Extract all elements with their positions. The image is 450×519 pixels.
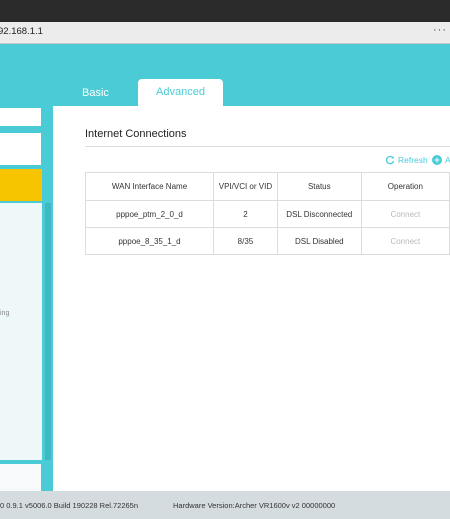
refresh-label: Refresh (398, 155, 428, 165)
more-options-icon[interactable]: ··· (433, 24, 447, 36)
column-header-status: Status (276, 172, 362, 201)
firmware-version: 0 0.9.1 v5006.0 Build 190228 Rel.72265n (0, 501, 139, 510)
sidebar-item[interactable] (0, 133, 41, 165)
hardware-version: Hardware Version:Archer VR1600v v2 00000… (173, 501, 336, 510)
column-header-wan-interface: WAN Interface Name (85, 172, 214, 201)
column-header-vpi-vci: VPI/VCI or VID (213, 172, 278, 201)
sidebar-bottom-box (0, 464, 41, 491)
sidebar-submenu (0, 203, 42, 460)
connections-table: WAN Interface Name VPI/VCI or VID Status… (85, 172, 450, 255)
add-button[interactable]: + A (432, 155, 450, 165)
address-bar[interactable]: 92.168.1.1 ··· (0, 22, 450, 44)
wan-interface-name: pppoe_8_35_1_d (85, 227, 214, 255)
connection-status: DSL Disabled (276, 227, 362, 255)
sidebar-submenu-label[interactable]: ing (0, 310, 9, 317)
wan-interface-name: pppoe_ptm_2_0_d (85, 200, 214, 228)
connect-button[interactable]: Connect (390, 237, 420, 246)
tab-basic[interactable]: Basic (82, 87, 109, 99)
table-row[interactable]: pppoe_ptm_2_0_d 2 DSL Disconnected Conne… (85, 200, 450, 228)
tab-advanced[interactable]: Advanced (138, 79, 223, 106)
section-divider (85, 146, 450, 147)
connection-status: DSL Disconnected (276, 200, 362, 228)
table-row[interactable]: pppoe_8_35_1_d 8/35 DSL Disabled Connect (85, 227, 450, 255)
column-header-operation: Operation (360, 172, 450, 201)
sidebar-item-active[interactable] (0, 169, 42, 201)
connect-button[interactable]: Connect (390, 210, 420, 219)
add-label: A (445, 155, 450, 165)
browser-top-bar (0, 0, 450, 22)
sidebar-search-box[interactable] (0, 108, 41, 126)
url-text[interactable]: 92.168.1.1 (0, 26, 43, 37)
section-title: Internet Connections (85, 128, 187, 140)
header-bar (0, 44, 450, 106)
footer: 0 0.9.1 v5006.0 Build 190228 Rel.72265n … (0, 491, 450, 519)
add-icon: + (432, 155, 442, 165)
vpi-vci-value: 8/35 (213, 227, 278, 255)
vpi-vci-value: 2 (213, 200, 278, 228)
sidebar-scrollbar[interactable] (45, 203, 51, 460)
table-header-row: WAN Interface Name VPI/VCI or VID Status… (85, 172, 450, 201)
refresh-button[interactable]: Refresh (385, 155, 428, 165)
refresh-icon (385, 155, 395, 165)
